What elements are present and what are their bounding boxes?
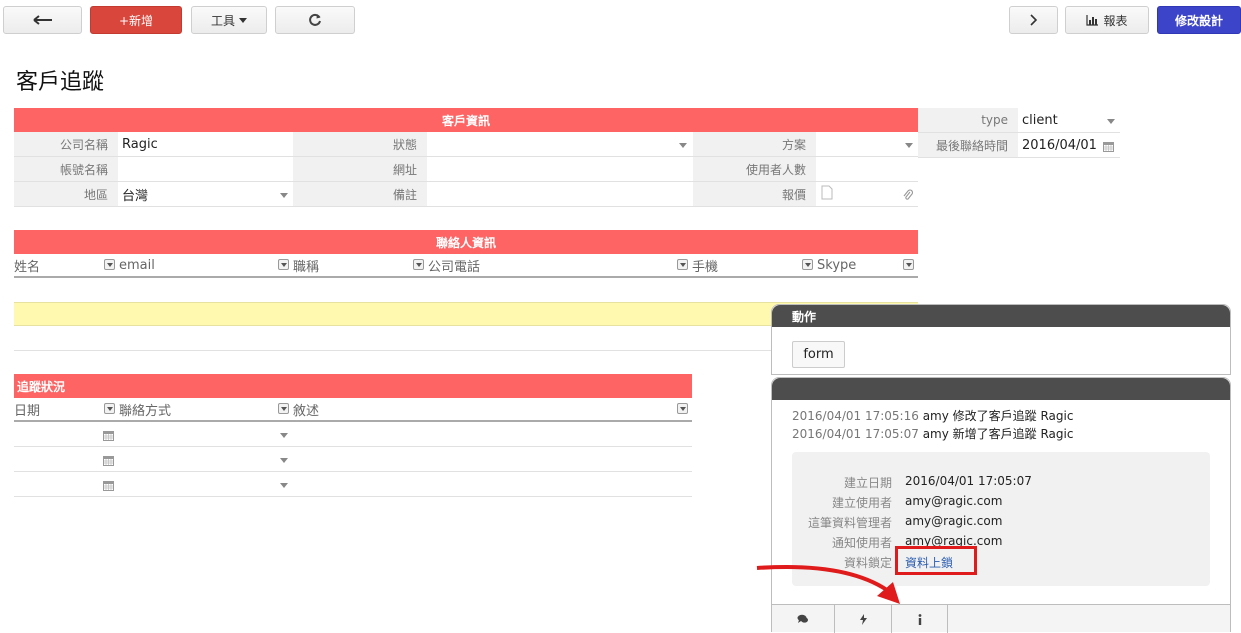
created-date-value: 2016/04/01 17:05:07 — [905, 474, 1032, 488]
bolt-icon — [859, 613, 867, 625]
record-manager-label: 這筆資料管理者 — [807, 516, 892, 530]
contacts-col-title: 職稱 — [293, 259, 320, 275]
record-manager-value: amy@ragic.com — [905, 514, 1003, 528]
comments-icon — [797, 614, 808, 623]
sort-dropdown-icon[interactable] — [278, 259, 289, 270]
sort-dropdown-icon[interactable] — [104, 259, 115, 270]
contacts-col-mobile: 手機 — [692, 259, 719, 275]
paperclip-icon[interactable] — [903, 189, 913, 201]
account-name-field[interactable] — [116, 157, 292, 181]
tools-label: 工具 — [210, 13, 235, 28]
account-name-label: 帳號名稱 — [14, 157, 118, 181]
sort-dropdown-icon[interactable] — [104, 403, 115, 414]
website-field[interactable] — [427, 157, 693, 181]
page-title: 客戶追蹤 — [16, 70, 105, 95]
region-label: 地區 — [14, 182, 118, 206]
history-log-item: 2016/04/01 17:05:16 amy 修改了客戶追蹤 Ragic — [792, 409, 1074, 423]
type-caret-icon — [1107, 119, 1115, 124]
notify-user-label: 通知使用者 — [831, 536, 892, 550]
bar-chart-icon — [1086, 14, 1099, 26]
tracking-col-description: 敘述 — [293, 403, 320, 419]
company-name-field[interactable]: Ragic — [116, 132, 292, 156]
plan-caret-icon — [905, 143, 913, 148]
customer-info-header: 客戶資訊 — [14, 108, 918, 132]
calendar-icon[interactable] — [103, 430, 114, 441]
tools-button[interactable]: 工具 — [191, 6, 267, 34]
contacts-col-phone: 公司電話 — [428, 259, 481, 275]
history-log-item: 2016/04/01 17:05:07 amy 新增了客戶追蹤 Ragic — [792, 427, 1074, 441]
record-info-panel-header — [772, 378, 1230, 400]
region-caret-icon — [280, 193, 288, 198]
tracking-header: 追蹤狀況 — [14, 374, 692, 398]
sort-dropdown-icon[interactable] — [413, 259, 424, 270]
next-record-button[interactable] — [1009, 6, 1058, 34]
contacts-col-name: 姓名 — [14, 259, 41, 275]
refresh-button[interactable] — [275, 6, 355, 34]
calendar-icon[interactable] — [103, 455, 114, 466]
table-row[interactable] — [14, 473, 692, 497]
actions-panel-header: 動作 — [772, 305, 1230, 327]
status-caret-icon — [679, 143, 687, 148]
report-label: 報表 — [1103, 13, 1128, 28]
tracking-col-method: 聯絡方式 — [119, 403, 172, 419]
plan-label: 方案 — [693, 132, 816, 156]
new-record-button[interactable]: +新增 — [90, 6, 182, 34]
remarks-field[interactable] — [427, 182, 693, 206]
status-select[interactable] — [427, 132, 693, 156]
quote-label: 報價 — [693, 182, 816, 206]
table-row[interactable] — [14, 448, 692, 472]
user-count-field[interactable] — [816, 157, 918, 181]
method-caret-icon[interactable] — [280, 458, 288, 463]
created-user-label: 建立使用者 — [831, 496, 892, 510]
refresh-icon — [309, 13, 321, 26]
calendar-icon[interactable] — [103, 480, 114, 491]
contacts-header: 聯絡人資訊 — [14, 230, 918, 254]
tracking-col-date: 日期 — [14, 403, 41, 419]
created-user-value: amy@ragic.com — [905, 494, 1003, 508]
sort-dropdown-icon[interactable] — [802, 259, 813, 270]
plan-select[interactable] — [816, 132, 918, 156]
sort-dropdown-icon[interactable] — [677, 259, 688, 270]
sort-dropdown-icon[interactable] — [677, 403, 688, 414]
sort-dropdown-icon[interactable] — [278, 403, 289, 414]
calendar-icon[interactable] — [1103, 141, 1114, 152]
table-row[interactable] — [14, 423, 692, 447]
status-label: 狀態 — [293, 132, 427, 156]
info-icon — [918, 613, 921, 625]
user-count-label: 使用者人數 — [693, 157, 816, 181]
type-select[interactable]: client — [1016, 108, 1120, 132]
created-date-label: 建立日期 — [843, 476, 892, 490]
annotation-arrow-icon — [756, 564, 900, 604]
quote-file-field[interactable] — [816, 182, 918, 206]
actions-panel: 動作 form — [771, 304, 1231, 375]
modify-design-button[interactable]: 修改設計 — [1157, 6, 1241, 34]
type-label: type — [918, 108, 1018, 132]
sort-dropdown-icon[interactable] — [903, 259, 914, 270]
back-button[interactable] — [3, 6, 82, 34]
caret-down-icon — [239, 17, 247, 23]
report-button[interactable]: 報表 — [1065, 6, 1149, 34]
contacts-col-email: email — [119, 257, 155, 273]
method-caret-icon[interactable] — [280, 483, 288, 488]
file-icon — [821, 185, 833, 200]
last-contact-label: 最後聯絡時間 — [918, 133, 1018, 157]
method-caret-icon[interactable] — [280, 433, 288, 438]
chevron-right-icon — [1029, 14, 1037, 26]
contacts-col-skype: Skype — [817, 257, 857, 273]
arrow-left-icon — [32, 15, 52, 25]
website-label: 網址 — [293, 157, 427, 181]
company-name-label: 公司名稱 — [14, 132, 118, 156]
form-action-button[interactable]: form — [792, 341, 845, 368]
remarks-label: 備註 — [293, 182, 427, 206]
region-select[interactable]: 台灣 — [116, 182, 292, 206]
